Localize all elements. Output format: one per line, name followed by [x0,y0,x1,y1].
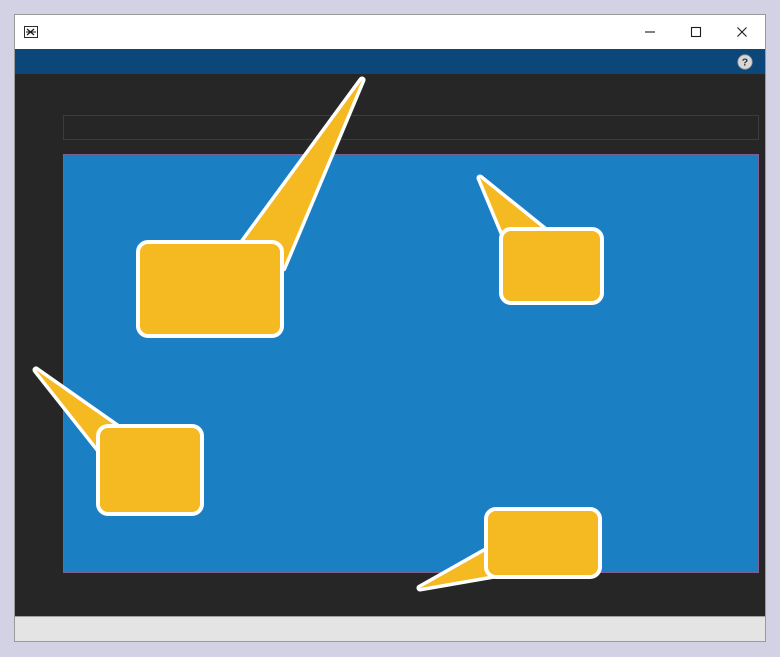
colorbar-label-callout [136,240,284,338]
screen: ? [0,0,780,657]
colorbar[interactable] [63,115,759,140]
title-bar [15,15,765,49]
figure-canvas [15,74,765,616]
status-bar [15,616,765,641]
toolstrip: ? [15,49,765,74]
time-label-callout [96,424,204,516]
svg-text:?: ? [742,56,748,68]
colorbar-tick-labels [63,98,759,114]
window-controls [627,15,765,49]
maximize-button[interactable] [673,15,719,49]
scope-icon [23,24,39,40]
help-icon[interactable]: ? [737,53,753,70]
doppler-output-callout [484,507,602,579]
scope-window: ? [14,14,766,642]
title-callout [499,227,604,305]
minimize-button[interactable] [627,15,673,49]
close-button[interactable] [719,15,765,49]
